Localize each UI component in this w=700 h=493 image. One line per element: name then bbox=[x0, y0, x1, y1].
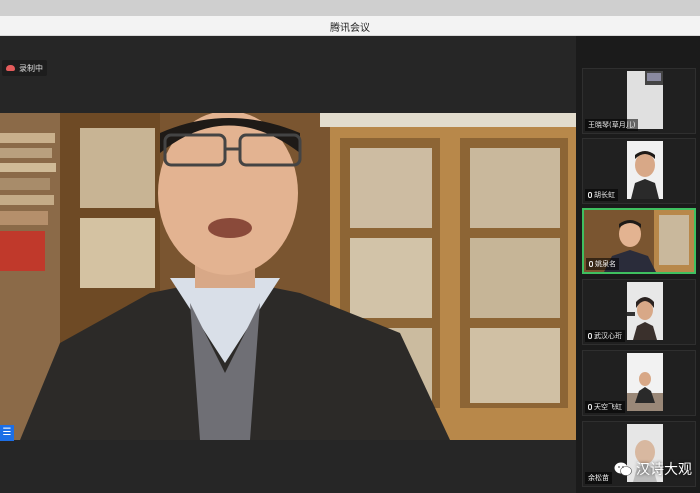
participant-tile[interactable]: 王晓琴(草月儿) bbox=[582, 68, 696, 134]
participant-strip: 王晓琴(草月儿) 胡长虹 姚泉名 武汉心珩 天空飞虹 余松苗 bbox=[576, 36, 700, 493]
participant-name-label: 武汉心珩 bbox=[585, 330, 625, 342]
speaker-video-image bbox=[0, 113, 576, 440]
participant-name-label: 姚泉名 bbox=[586, 258, 619, 270]
participant-name: 胡长虹 bbox=[594, 191, 615, 199]
participant-tile[interactable]: 武汉心珩 bbox=[582, 279, 696, 345]
title-bar: 腾讯会议 bbox=[0, 16, 700, 36]
participant-name: 王晓琴(草月儿) bbox=[588, 121, 636, 129]
cloud-record-icon bbox=[6, 65, 15, 71]
microphone-icon bbox=[588, 192, 592, 198]
participant-name: 天空飞虹 bbox=[594, 403, 622, 411]
watermark: 汉诗大观 bbox=[614, 459, 692, 479]
participant-name-label: 胡长虹 bbox=[585, 189, 618, 201]
menu-button[interactable]: ☰ bbox=[0, 425, 14, 441]
top-strip bbox=[0, 0, 700, 16]
window-title: 腾讯会议 bbox=[330, 23, 370, 34]
participant-name-label: 天空飞虹 bbox=[585, 401, 625, 413]
microphone-icon bbox=[589, 261, 593, 267]
watermark-text: 汉诗大观 bbox=[636, 462, 692, 478]
participant-tile[interactable]: 胡长虹 bbox=[582, 138, 696, 204]
participant-video bbox=[627, 141, 663, 199]
recording-label: 录制中 bbox=[19, 63, 43, 73]
participant-name-label: 余松苗 bbox=[585, 472, 612, 484]
microphone-icon bbox=[588, 404, 592, 410]
wechat-icon bbox=[614, 462, 632, 476]
participant-video bbox=[627, 353, 663, 411]
recording-indicator[interactable]: 录制中 bbox=[2, 60, 47, 76]
participant-name: 武汉心珩 bbox=[594, 332, 622, 340]
speaker-video bbox=[0, 113, 576, 440]
participant-video bbox=[627, 282, 663, 340]
participant-name-label: 王晓琴(草月儿) bbox=[585, 119, 639, 131]
participant-name: 余松苗 bbox=[588, 474, 609, 482]
participant-tile[interactable]: 天空飞虹 bbox=[582, 350, 696, 416]
participant-tile-active[interactable]: 姚泉名 bbox=[582, 208, 696, 274]
participant-name: 姚泉名 bbox=[595, 260, 616, 268]
microphone-icon bbox=[588, 333, 592, 339]
